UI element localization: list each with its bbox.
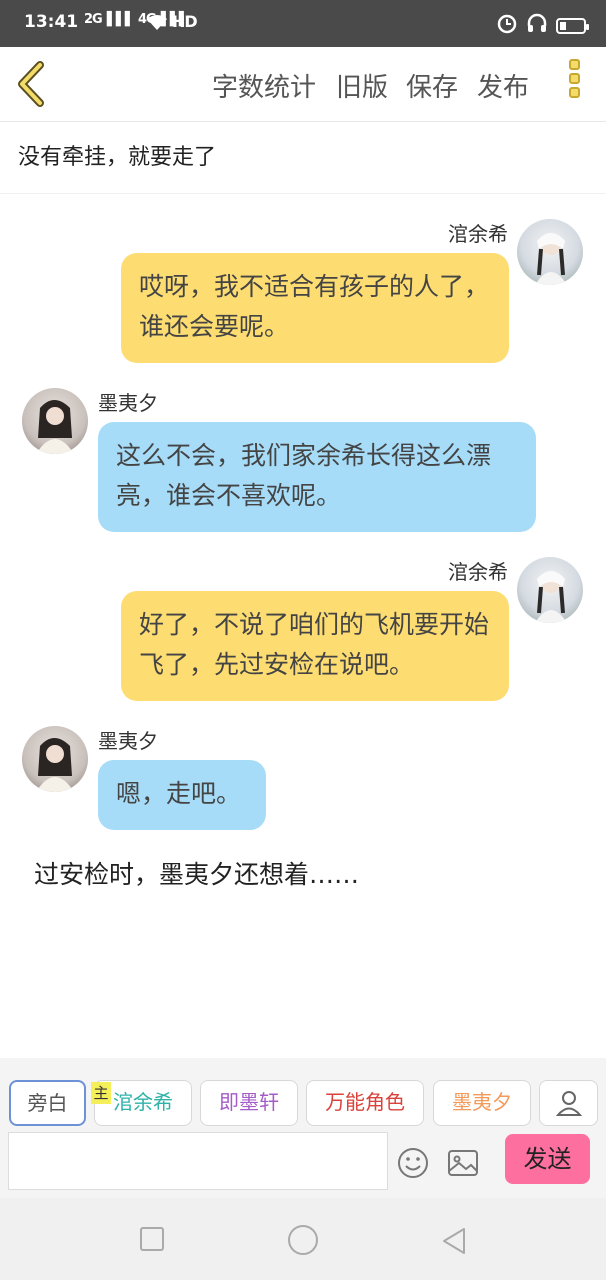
message-input[interactable] bbox=[8, 1132, 388, 1190]
avatar-left[interactable] bbox=[22, 726, 88, 792]
square-icon bbox=[140, 1227, 164, 1251]
avatar-right[interactable] bbox=[517, 557, 583, 623]
host-badge: 主 bbox=[91, 1082, 111, 1104]
word-count-button[interactable]: 字数统计 bbox=[212, 67, 316, 104]
system-nav-bar bbox=[0, 1198, 606, 1280]
role-jimoxuan[interactable]: 即墨轩 bbox=[200, 1080, 298, 1126]
emoji-button[interactable] bbox=[396, 1146, 430, 1180]
battery-icon bbox=[556, 17, 589, 34]
status-bar: 13:41 2G▐▐▐ 4G▐▐▐ HD bbox=[0, 0, 606, 47]
avatar-left[interactable] bbox=[22, 388, 88, 454]
image-icon bbox=[448, 1150, 478, 1176]
message-bubble[interactable]: 好了，不说了咱们的飞机要开始飞了，先过安检在说吧。 bbox=[121, 591, 509, 701]
chevron-left-icon bbox=[18, 61, 44, 107]
home-button[interactable] bbox=[287, 1224, 319, 1260]
message-bubble[interactable]: 嗯，走吧。 bbox=[98, 760, 266, 830]
publish-button[interactable]: 发布 bbox=[477, 67, 529, 104]
chapter-title[interactable]: 没有牵挂，就要走了 bbox=[0, 122, 606, 194]
role-moyixi[interactable]: 墨夷夕 bbox=[433, 1080, 531, 1126]
narration-text[interactable]: 过安检时，墨夷夕还想着…… bbox=[34, 855, 359, 891]
triangle-back-icon bbox=[443, 1228, 465, 1254]
image-button[interactable] bbox=[446, 1146, 480, 1180]
signal-2g: 2G▐▐▐ bbox=[84, 12, 130, 27]
status-time: 13:41 bbox=[24, 12, 79, 32]
sender-name: 涫余希 bbox=[448, 560, 508, 584]
sender-name: 涫余希 bbox=[448, 222, 508, 246]
alarm-icon bbox=[496, 12, 518, 39]
send-button[interactable]: 发送 bbox=[505, 1134, 590, 1184]
role-universal[interactable]: 万能角色 bbox=[306, 1080, 424, 1126]
recent-apps-button[interactable] bbox=[139, 1226, 165, 1256]
role-narrator[interactable]: 旁白 bbox=[9, 1080, 86, 1126]
message-bubble[interactable]: 这么不会，我们家余希长得这么漂亮，谁会不喜欢呢。 bbox=[98, 422, 536, 532]
save-button[interactable]: 保存 bbox=[406, 67, 458, 104]
circle-icon bbox=[288, 1225, 318, 1255]
back-nav-button[interactable] bbox=[440, 1226, 468, 1260]
composer-panel: 旁白 涫余希 主 即墨轩 万能角色 墨夷夕 发送 bbox=[0, 1058, 606, 1198]
sender-name: 墨夷夕 bbox=[98, 729, 158, 753]
avatar-right[interactable] bbox=[517, 219, 583, 285]
add-role-button[interactable] bbox=[539, 1080, 598, 1126]
person-icon bbox=[555, 1091, 582, 1116]
headset-icon bbox=[526, 12, 548, 39]
wifi-icon bbox=[146, 14, 168, 37]
more-menu-button[interactable] bbox=[560, 59, 588, 109]
toolbar: 字数统计 旧版 保存 发布 bbox=[0, 47, 606, 122]
smile-icon bbox=[398, 1148, 428, 1178]
back-button[interactable] bbox=[12, 61, 56, 107]
network-label: HD bbox=[172, 12, 198, 31]
message-bubble[interactable]: 哎呀，我不适合有孩子的人了，谁还会要呢。 bbox=[121, 253, 509, 363]
sender-name: 墨夷夕 bbox=[98, 391, 158, 415]
more-icon bbox=[568, 59, 580, 70]
old-version-button[interactable]: 旧版 bbox=[336, 67, 388, 104]
